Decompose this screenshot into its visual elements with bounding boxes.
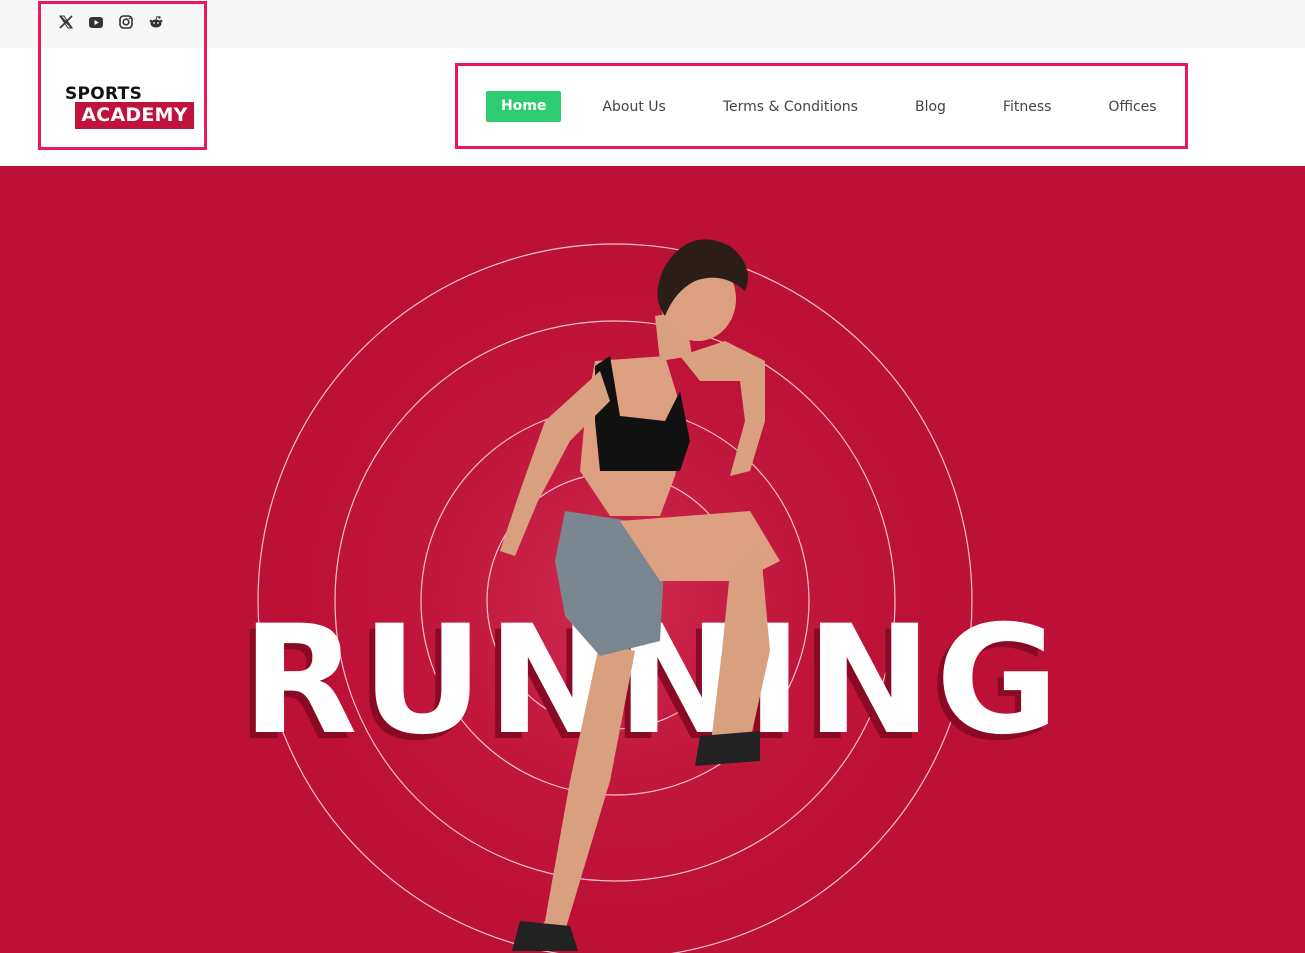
nav-blog[interactable]: Blog (915, 99, 946, 115)
top-bar (0, 0, 1305, 48)
nav-about-us[interactable]: About Us (602, 99, 665, 115)
instagram-icon[interactable] (118, 14, 134, 30)
x-twitter-icon[interactable] (58, 14, 74, 30)
main-navigation: Home About Us Terms & Conditions Blog Fi… (486, 91, 1157, 122)
logo-sports-text: SPORTS (65, 84, 143, 104)
nav-offices[interactable]: Offices (1108, 99, 1156, 115)
youtube-icon[interactable] (88, 14, 104, 30)
site-logo[interactable]: SPORTS ACADEMY (64, 84, 196, 134)
hero-banner: RUNNING (0, 166, 1305, 953)
reddit-icon[interactable] (148, 14, 164, 30)
nav-terms-conditions[interactable]: Terms & Conditions (723, 99, 858, 115)
runner-image (500, 239, 780, 951)
nav-fitness[interactable]: Fitness (1003, 99, 1052, 115)
logo-academy-text: ACADEMY (75, 102, 194, 129)
nav-home[interactable]: Home (486, 91, 562, 122)
social-links (58, 14, 164, 30)
